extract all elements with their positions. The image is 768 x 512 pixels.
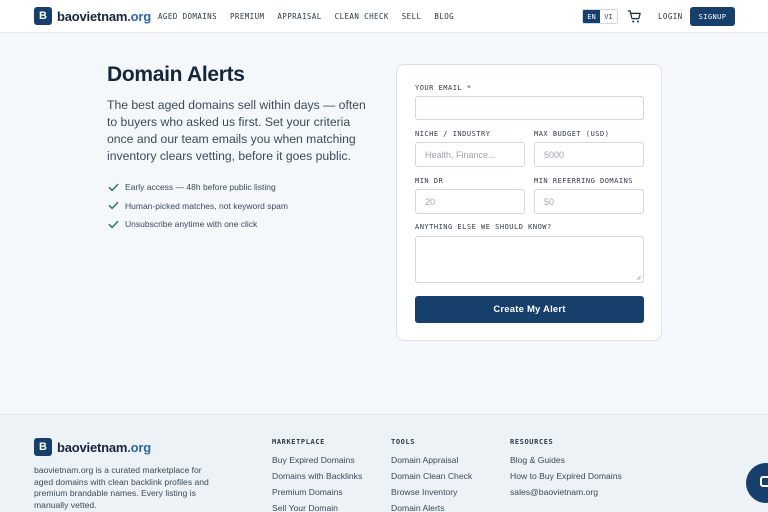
nav-appraisal[interactable]: APPRAISAL	[277, 12, 321, 21]
footer-link[interactable]: How to Buy Expired Domains	[510, 471, 622, 487]
nav-blog[interactable]: BLOG	[434, 12, 454, 21]
min-dr-label: MIN DR	[415, 177, 444, 185]
check-icon	[108, 202, 119, 210]
page-title: Domain Alerts	[107, 63, 245, 86]
benefit-text: Early access — 48h before public listing	[125, 182, 276, 193]
site-footer: B baovietnam.org baovietnam.org is a cur…	[0, 414, 768, 512]
footer-column-resources: RESOURCES Blog & Guides How to Buy Expir…	[510, 438, 622, 503]
create-alert-button[interactable]: Create My Alert	[415, 296, 644, 323]
nav-premium[interactable]: PREMIUM	[230, 12, 264, 21]
budget-label: MAX BUDGET (USD)	[534, 130, 610, 138]
benefit-item: Unsubscribe anytime with one click	[108, 215, 288, 234]
footer-link[interactable]: Blog & Guides	[510, 455, 622, 471]
logo-tld: .org	[127, 439, 152, 455]
language-switcher: EN VI	[582, 9, 618, 24]
logo-mark: B	[34, 7, 52, 25]
min-rd-label: MIN REFERRING DOMAINS	[534, 177, 634, 185]
footer-column-title: RESOURCES	[510, 438, 554, 446]
budget-field[interactable]: 5000	[534, 142, 644, 167]
site-logo[interactable]: B baovietnam.org	[34, 7, 151, 25]
logo-name: baovietnam	[57, 8, 128, 24]
benefit-text: Unsubscribe anytime with one click	[125, 219, 258, 230]
niche-field[interactable]: Health, Finance...	[415, 142, 525, 167]
check-icon	[108, 183, 119, 191]
footer-column-title: TOOLS	[391, 438, 416, 446]
chat-icon	[760, 476, 768, 487]
benefit-text: Human-picked matches, not keyword spam	[125, 200, 288, 211]
notes-label: ANYTHING ELSE WE SHOULD KNOW?	[415, 223, 552, 231]
logo-tld: .org	[127, 8, 152, 24]
logo-mark: B	[34, 438, 52, 456]
site-header: B baovietnam.org AGED DOMAINS PREMIUM AP…	[0, 0, 768, 33]
page-description: The best aged domains sell within days —…	[107, 98, 366, 163]
benefit-item: Human-picked matches, not keyword spam	[108, 197, 288, 216]
lang-en-button[interactable]: EN	[583, 10, 600, 23]
footer-link[interactable]: Domain Appraisal	[391, 455, 472, 471]
niche-label: NICHE / INDUSTRY	[415, 130, 491, 138]
email-field[interactable]	[415, 96, 644, 120]
lang-vi-button[interactable]: VI	[600, 10, 617, 23]
footer-description: baovietnam.org is a curated marketplace …	[34, 465, 209, 510]
resize-handle-icon[interactable]	[636, 275, 641, 280]
footer-link[interactable]: Browse Inventory	[391, 487, 472, 503]
cart-icon[interactable]	[627, 9, 642, 24]
nav-aged-domains[interactable]: AGED DOMAINS	[158, 12, 217, 21]
check-icon	[108, 220, 119, 228]
login-link[interactable]: LOGIN	[658, 12, 683, 21]
footer-link[interactable]: Domain Clean Check	[391, 471, 472, 487]
footer-column-title: MARKETPLACE	[272, 438, 325, 446]
benefit-item: Early access — 48h before public listing	[108, 178, 288, 197]
signup-button[interactable]: SIGNUP	[690, 7, 735, 26]
email-label: YOUR EMAIL *	[415, 84, 472, 92]
footer-link[interactable]: Domains with Backlinks	[272, 471, 362, 487]
alert-form: YOUR EMAIL * NICHE / INDUSTRY Health, Fi…	[396, 64, 662, 341]
min-rd-field[interactable]: 50	[534, 189, 644, 214]
footer-column-marketplace: MARKETPLACE Buy Expired Domains Domains …	[272, 438, 362, 512]
main-nav: AGED DOMAINS PREMIUM APPRAISAL CLEAN CHE…	[158, 12, 454, 21]
footer-link[interactable]: Sell Your Domain	[272, 503, 362, 512]
footer-link[interactable]: sales@baovietnam.org	[510, 487, 622, 503]
footer-link[interactable]: Domain Alerts	[391, 503, 472, 512]
min-dr-field[interactable]: 20	[415, 189, 525, 214]
logo-wordmark: baovietnam.org	[57, 9, 151, 24]
footer-link[interactable]: Premium Domains	[272, 487, 362, 503]
nav-sell[interactable]: SELL	[402, 12, 422, 21]
notes-textarea[interactable]	[415, 236, 644, 283]
logo-name: baovietnam	[57, 439, 128, 455]
nav-clean-check[interactable]: CLEAN CHECK	[335, 12, 389, 21]
footer-column-tools: TOOLS Domain Appraisal Domain Clean Chec…	[391, 438, 472, 512]
footer-logo[interactable]: B baovietnam.org	[34, 438, 151, 456]
logo-wordmark: baovietnam.org	[57, 440, 151, 455]
benefit-list: Early access — 48h before public listing…	[108, 178, 288, 234]
footer-link[interactable]: Buy Expired Domains	[272, 455, 362, 471]
